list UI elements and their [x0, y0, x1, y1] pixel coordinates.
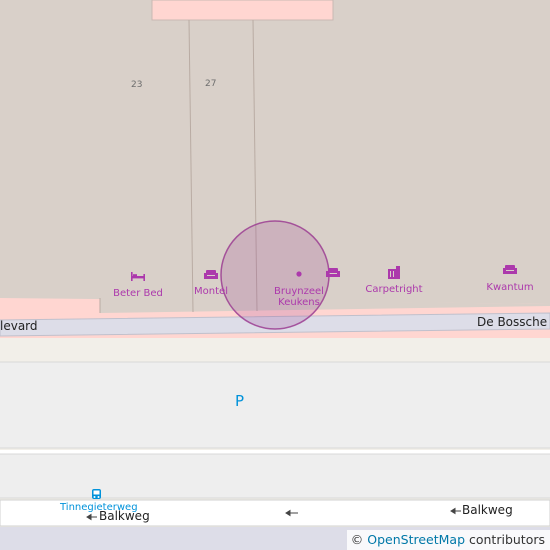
poi-label-carpetright[interactable]: Carpetright	[359, 284, 429, 295]
poi-label-bruynzeel-keukens[interactable]: Bruynzeel Keukens	[264, 286, 334, 308]
poi-label-montel[interactable]: Montel	[186, 286, 236, 297]
parking-label[interactable]: P	[235, 392, 244, 410]
attribution-suffix: contributors	[468, 532, 545, 547]
sofa-icon	[326, 268, 340, 277]
house-number-label: 23	[131, 80, 143, 90]
openstreetmap-link[interactable]: OpenStreetMap	[367, 532, 465, 547]
map-canvas[interactable]	[0, 0, 550, 550]
shop-dot-icon	[296, 271, 302, 277]
sofa-icon	[204, 270, 218, 279]
house-number-label: 27	[205, 79, 217, 89]
service-strip	[0, 450, 550, 454]
map-attribution: © OpenStreetMap contributors	[346, 530, 550, 550]
sidewalk	[0, 338, 550, 360]
location-accuracy-circle	[220, 220, 330, 330]
road-label-de-bossche: De Bossche W	[477, 315, 550, 329]
parking-lower	[0, 453, 550, 499]
building-top-notch	[151, 0, 334, 21]
bus-stop-icon[interactable]	[92, 489, 101, 499]
road-label-balkweg: Balkweg	[462, 503, 513, 517]
parking-area[interactable]	[0, 361, 550, 449]
sofa-icon	[503, 265, 517, 274]
bus-stop-label[interactable]: Tinnegieterweg	[60, 502, 138, 513]
poi-label-beter-bed[interactable]: Beter Bed	[108, 288, 168, 299]
poi-label-kwantum[interactable]: Kwantum	[480, 282, 540, 293]
copyright-symbol: ©	[350, 532, 364, 547]
road-label-boulevard: levard	[0, 319, 38, 333]
